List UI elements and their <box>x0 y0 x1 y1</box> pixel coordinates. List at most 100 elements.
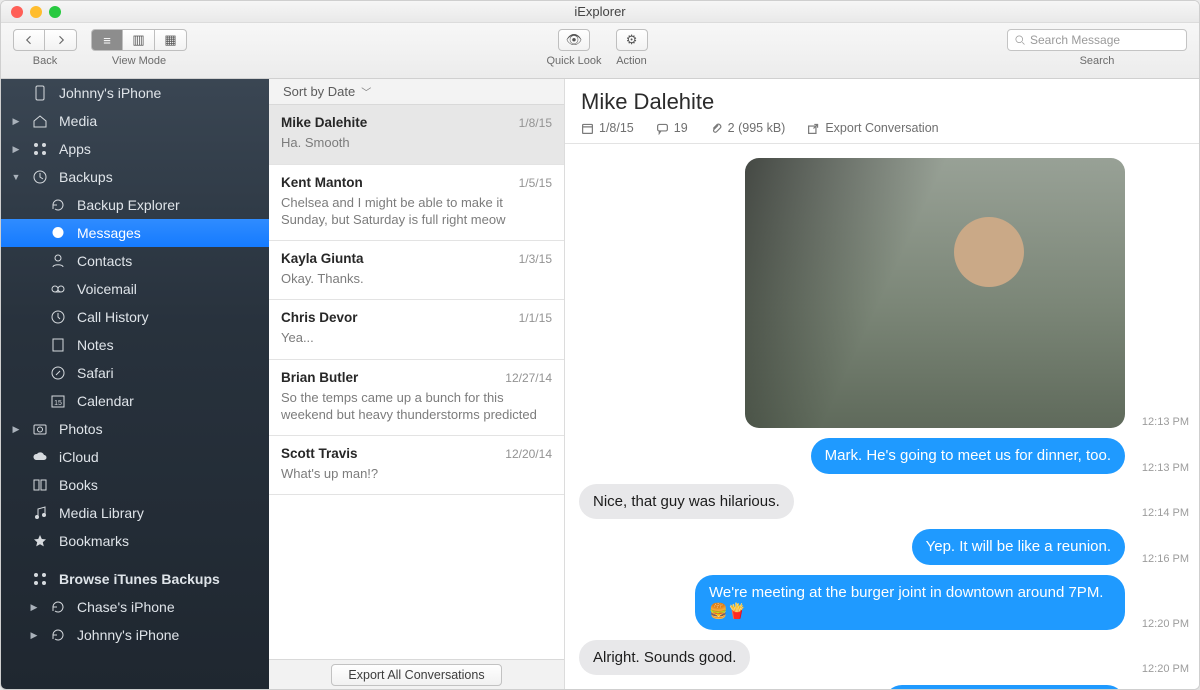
app-window: iExplorer Back ≡ ▥ ▦ View Mode 👁 Quick L… <box>0 0 1200 690</box>
message-list[interactable]: 12:13 PM Mark. He's going to meet us for… <box>565 144 1199 689</box>
message-time: 12:20 PM <box>1133 618 1189 630</box>
window-title: iExplorer <box>1 4 1199 19</box>
sidebar-item-label: Johnny's iPhone <box>77 627 179 643</box>
message-row: Yep. It will be like a reunion. 12:16 PM <box>579 529 1191 565</box>
sidebar-item-photos[interactable]: ▶ Photos <box>1 415 269 443</box>
view-columns-button[interactable]: ▥ <box>123 29 155 51</box>
sidebar-item-media[interactable]: ▶ Media <box>1 107 269 135</box>
export-icon <box>807 122 820 135</box>
chat-icon <box>656 122 669 135</box>
columns-icon: ▥ <box>132 32 144 48</box>
sidebar-item-messages[interactable]: Messages <box>1 219 269 247</box>
conversation-item[interactable]: Kayla Giunta 1/3/15 Okay. Thanks. <box>269 241 564 301</box>
chevron-down-icon: ﹀ <box>361 84 371 99</box>
sidebar-item-label: Apps <box>59 141 91 157</box>
view-grid-button[interactable]: ▦ <box>155 29 187 51</box>
conversation-date: 1/3/15 <box>519 252 552 266</box>
disclosure-icon: ▶ <box>11 424 21 435</box>
sidebar-item-browse-chase[interactable]: ▶ Chase's iPhone <box>1 593 269 621</box>
sidebar-item-call-history[interactable]: Call History <box>1 303 269 331</box>
conversation-preview: What's up man!? <box>281 465 552 483</box>
conversation-item[interactable]: Brian Butler12/27/14 So the temps came u… <box>269 360 564 436</box>
export-conversation-label: Export Conversation <box>825 121 938 135</box>
eye-icon: 👁 <box>566 32 583 48</box>
message-bubble[interactable]: Awesome. See you there! 😃🍻 <box>884 685 1125 689</box>
sidebar-item-apps[interactable]: ▶ Apps <box>1 135 269 163</box>
sidebar-section-browse[interactable]: Browse iTunes Backups <box>1 565 269 593</box>
message-row: Mark. He's going to meet us for dinner, … <box>579 438 1191 474</box>
sidebar-item-label: Safari <box>77 365 114 381</box>
sidebar-item-label: Books <box>59 477 98 493</box>
conversation-item[interactable]: Kent Manton1/5/15 Chelsea and I might be… <box>269 165 564 241</box>
conversation-preview: So the temps came up a bunch for this we… <box>281 389 552 423</box>
message-time: 12:16 PM <box>1133 553 1189 565</box>
conversation-list[interactable]: Mike Dalehite1/8/15 Ha. Smooth Kent Mant… <box>269 105 564 659</box>
conversation-item[interactable]: Scott Travis 12/20/14 What's up man!? <box>269 436 564 496</box>
gear-icon: ⚙ <box>626 32 638 48</box>
conversation-name: Chris Devor <box>281 310 358 325</box>
conversation-name: Kayla Giunta <box>281 251 364 266</box>
sidebar-item-safari[interactable]: Safari <box>1 359 269 387</box>
action-button[interactable]: ⚙ <box>616 29 648 51</box>
message-time: 12:14 PM <box>1133 507 1189 519</box>
chat-icon <box>49 225 67 241</box>
message-bubble[interactable]: We're meeting at the burger joint in dow… <box>695 575 1125 630</box>
sidebar-item-label: Backup Explorer <box>77 197 180 213</box>
sidebar-item-calendar[interactable]: 15 Calendar <box>1 387 269 415</box>
sidebar-item-voicemail[interactable]: Voicemail <box>1 275 269 303</box>
sidebar-item-contacts[interactable]: Contacts <box>1 247 269 275</box>
viewmode-group: ≡ ▥ ▦ View Mode <box>91 29 187 67</box>
conversation-item[interactable]: Chris Devor1/1/15 Yea... <box>269 300 564 360</box>
apps-icon <box>31 571 49 587</box>
restore-icon <box>49 197 67 213</box>
message-row: Nice, that guy was hilarious. 12:14 PM <box>579 484 1191 520</box>
sidebar-item-media-library[interactable]: Media Library <box>1 499 269 527</box>
sidebar-item-device[interactable]: Johnny's iPhone <box>1 79 269 107</box>
sidebar-item-backups[interactable]: ▼ Backups <box>1 163 269 191</box>
home-icon <box>31 113 49 129</box>
message-image[interactable] <box>745 158 1125 428</box>
calendar-icon: 15 <box>49 393 67 409</box>
message-bubble[interactable]: Yep. It will be like a reunion. <box>912 529 1125 565</box>
conversation-meta: 1/8/15 19 2 (995 kB) Export Conversation <box>581 121 1183 135</box>
sidebar-item-bookmarks[interactable]: Bookmarks <box>1 527 269 555</box>
content-area: Johnny's iPhone ▶ Media ▶ Apps ▼ Backups… <box>1 79 1199 689</box>
message-bubble[interactable]: Mark. He's going to meet us for dinner, … <box>811 438 1125 474</box>
quicklook-button[interactable]: 👁 <box>558 29 590 51</box>
message-bubble[interactable]: Alright. Sounds good. <box>579 640 750 676</box>
paperclip-icon <box>710 122 723 135</box>
conversation-column: Sort by Date ﹀ Mike Dalehite1/8/15 Ha. S… <box>269 79 565 689</box>
sidebar-item-label: Voicemail <box>77 281 137 297</box>
export-bar: Export All Conversations <box>269 659 564 689</box>
sidebar-item-notes[interactable]: Notes <box>1 331 269 359</box>
book-icon <box>31 477 49 493</box>
message-bubble[interactable]: Nice, that guy was hilarious. <box>579 484 794 520</box>
sort-dropdown[interactable]: Sort by Date ﹀ <box>269 79 564 105</box>
conversation-date: 12/27/14 <box>505 371 552 385</box>
back-button[interactable] <box>13 29 45 51</box>
conversation-item[interactable]: Mike Dalehite1/8/15 Ha. Smooth <box>269 105 564 165</box>
sidebar-item-icloud[interactable]: iCloud <box>1 443 269 471</box>
action-label: Action <box>616 55 647 67</box>
meta-attachments: 2 (995 kB) <box>710 121 786 135</box>
sidebar-item-label: Photos <box>59 421 103 437</box>
export-conversation-button[interactable]: Export Conversation <box>807 121 938 135</box>
sidebar-item-books[interactable]: Books <box>1 471 269 499</box>
search-input[interactable]: Search Message <box>1007 29 1187 51</box>
forward-button[interactable] <box>45 29 77 51</box>
sidebar-item-backup-explorer[interactable]: Backup Explorer <box>1 191 269 219</box>
export-all-button[interactable]: Export All Conversations <box>331 664 501 686</box>
search-icon <box>1014 34 1026 46</box>
view-list-button[interactable]: ≡ <box>91 29 123 51</box>
iphone-icon <box>31 85 49 101</box>
conversation-date: 1/5/15 <box>519 176 552 190</box>
conversation-date: 12/20/14 <box>505 447 552 461</box>
sidebar-item-browse-johnny[interactable]: ▶ Johnny's iPhone <box>1 621 269 649</box>
conversation-date: 1/8/15 <box>519 116 552 130</box>
restore-icon <box>49 599 67 615</box>
sidebar-item-label: Notes <box>77 337 114 353</box>
message-pane: Mike Dalehite 1/8/15 19 2 (995 kB) <box>565 79 1199 689</box>
conversation-preview: Okay. Thanks. <box>281 270 552 288</box>
conversation-name: Scott Travis <box>281 446 358 461</box>
meta-count-value: 19 <box>674 121 688 135</box>
